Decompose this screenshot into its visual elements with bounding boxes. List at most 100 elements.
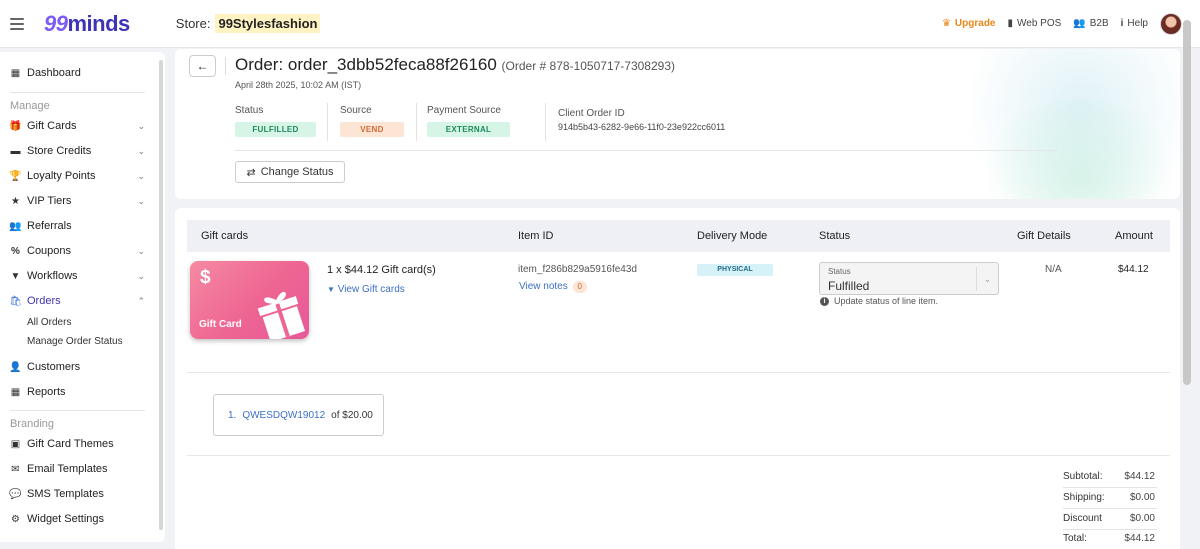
sidebar-item-gift-card-themes[interactable]: ▣ Gift Card Themes <box>10 438 145 450</box>
shipping-value: $0.00 <box>1129 492 1155 503</box>
sidebar-item-label: Loyalty Points <box>27 170 96 182</box>
web-pos-button[interactable]: ▮ Web POS <box>1007 18 1061 29</box>
sidebar-subitem-manage-order-status[interactable]: Manage Order Status <box>27 336 123 347</box>
chat-bubble-icon: 💬 <box>9 488 22 500</box>
arrow-left-icon: ← <box>196 59 209 73</box>
sidebar-item-reports[interactable]: ▦ Reports <box>10 386 145 398</box>
chevron-down-icon: ⌄ <box>137 270 145 281</box>
chevron-down-icon: ⌄ <box>137 170 145 181</box>
total-value: $44.12 <box>1124 533 1155 544</box>
status-hint: i Update status of line item. <box>820 296 938 306</box>
store-name[interactable]: 99Stylesfashion <box>215 14 321 33</box>
sidebar-item-vip-tiers[interactable]: ★ VIP Tiers ⌄ <box>10 195 145 207</box>
back-button[interactable]: ← <box>189 55 216 77</box>
chevron-down-icon: ⌄ <box>137 145 145 156</box>
column-header-amount: Amount <box>1115 230 1153 242</box>
chevron-down-icon: ⌄ <box>137 120 145 131</box>
logo[interactable]: 99 minds <box>44 11 130 37</box>
items-table-header: Gift cards Item ID Delivery Mode Status … <box>187 220 1170 252</box>
source-label: Source <box>340 105 372 116</box>
change-status-button[interactable]: ⇄ Change Status <box>235 161 345 183</box>
page-title: Order: order_3dbb52feca88f26160 (Order #… <box>235 55 675 75</box>
percent-icon: % <box>11 245 20 257</box>
line-item-status-select[interactable]: Status Fulfilled ⌄ <box>819 262 999 295</box>
total-row: Total: $44.12 <box>1063 533 1155 544</box>
sidebar: ▦ Dashboard Manage 🎁 Gift Cards ⌄ ▬ Stor… <box>0 52 165 542</box>
crown-icon: ♛ <box>941 18 951 29</box>
sidebar-item-coupons[interactable]: % Coupons ⌄ <box>10 245 145 257</box>
view-notes-link[interactable]: View notes 0 <box>519 281 587 293</box>
sidebar-item-workflows[interactable]: ▼ Workflows ⌄ <box>10 270 145 282</box>
upgrade-button[interactable]: ♛ Upgrade <box>942 18 996 29</box>
item-id-value: item_f286b829a5916fe43d <box>518 264 637 275</box>
row-divider <box>187 455 1170 456</box>
payment-source-label: Payment Source <box>427 105 501 116</box>
totals-divider <box>1063 529 1157 530</box>
line-item-amount: $44.12 <box>1118 264 1149 275</box>
subtotal-value: $44.12 <box>1124 471 1155 482</box>
credit-card-icon: ▬ <box>10 145 21 157</box>
sidebar-item-gift-cards[interactable]: 🎁 Gift Cards ⌄ <box>9 120 145 132</box>
sidebar-item-label: Gift Card Themes <box>27 438 114 450</box>
envelope-icon: ✉ <box>11 463 20 475</box>
avatar[interactable] <box>1160 12 1182 35</box>
dollar-icon: $ <box>200 267 211 288</box>
hamburger-menu-icon[interactable] <box>10 17 24 30</box>
sidebar-subitem-all-orders[interactable]: All Orders <box>27 317 71 328</box>
total-label: Total: <box>1063 533 1087 544</box>
sidebar-item-label: Reports <box>27 386 66 398</box>
sidebar-item-widget-settings[interactable]: ⚙ Widget Settings <box>10 513 145 525</box>
b2b-label: B2B <box>1089 18 1109 29</box>
sidebar-item-label: SMS Templates <box>27 488 104 500</box>
gift-card-code-link[interactable]: QWESDQW19012 <box>242 410 325 421</box>
chevron-down-icon: ⌄ <box>137 195 145 206</box>
gift-card-image: $ Gift Card <box>190 261 309 339</box>
sidebar-item-label: VIP Tiers <box>27 195 72 207</box>
status-label: Status <box>235 105 264 116</box>
star-icon: ★ <box>11 195 20 207</box>
sidebar-item-store-credits[interactable]: ▬ Store Credits ⌄ <box>10 145 146 157</box>
line-item-description: 1 x $44.12 Gift card(s) <box>327 264 436 276</box>
sidebar-item-label: Email Templates <box>27 463 108 475</box>
discount-label: Discount <box>1063 513 1102 524</box>
sidebar-item-loyalty-points[interactable]: 🏆 Loyalty Points ⌄ <box>9 170 145 182</box>
sidebar-item-label: Dashboard <box>27 67 81 79</box>
swap-arrows-icon: ⇄ <box>246 166 256 179</box>
change-status-label: Change Status <box>260 166 334 178</box>
page-scrollbar[interactable] <box>1183 20 1191 385</box>
discount-value: $0.00 <box>1129 513 1155 524</box>
dashboard-icon: ▦ <box>10 67 21 79</box>
subtotal-label: Subtotal: <box>1063 471 1103 482</box>
sidebar-item-label: Gift Cards <box>27 120 77 132</box>
column-header-item-id: Item ID <box>518 230 554 242</box>
trophy-icon: 🏆 <box>9 170 22 182</box>
order-id-title: Order: order_3dbb52feca88f26160 <box>235 55 497 74</box>
sidebar-item-orders[interactable]: 🛍 Orders ⌃ <box>9 295 145 307</box>
sidebar-item-referrals[interactable]: 👥 Referrals <box>9 220 145 232</box>
sidebar-item-email-templates[interactable]: ✉ Email Templates <box>10 463 145 475</box>
sidebar-item-dashboard[interactable]: ▦ Dashboard <box>10 67 145 79</box>
sidebar-divider <box>10 410 145 411</box>
gift-box-icon <box>257 292 306 339</box>
column-header-gift-cards: Gift cards <box>201 230 249 242</box>
sidebar-item-label: Workflows <box>27 270 78 282</box>
gift-card-label: Gift Card <box>199 319 242 330</box>
chevron-down-icon: ⌄ <box>137 245 145 256</box>
logo-mark: 99 <box>44 10 68 36</box>
store-label: Store: <box>175 16 211 31</box>
caret-down-icon: ▼ <box>327 285 335 294</box>
help-button[interactable]: i Help <box>1121 18 1148 29</box>
column-header-status: Status <box>819 230 851 242</box>
view-gift-cards-toggle[interactable]: ▼ View Gift cards <box>327 284 405 295</box>
sidebar-item-sms-templates[interactable]: 💬 SMS Templates <box>9 488 145 500</box>
sidebar-item-customers[interactable]: 👤 Customers <box>9 361 145 373</box>
top-bar: 99 minds Store: 99Stylesfashion ♛ Upgrade… <box>0 0 1200 48</box>
b2b-button[interactable]: 👥 B2B <box>1073 18 1108 29</box>
gift-card-code-value: of $20.00 <box>331 409 373 421</box>
shipping-row: Shipping: $0.00 <box>1063 492 1155 503</box>
source-badge: VEND <box>340 122 404 137</box>
sidebar-scrollbar[interactable] <box>159 60 163 530</box>
image-icon: ▣ <box>10 438 21 450</box>
status-select-label: Status <box>828 267 851 276</box>
notes-count-badge: 0 <box>572 281 587 293</box>
